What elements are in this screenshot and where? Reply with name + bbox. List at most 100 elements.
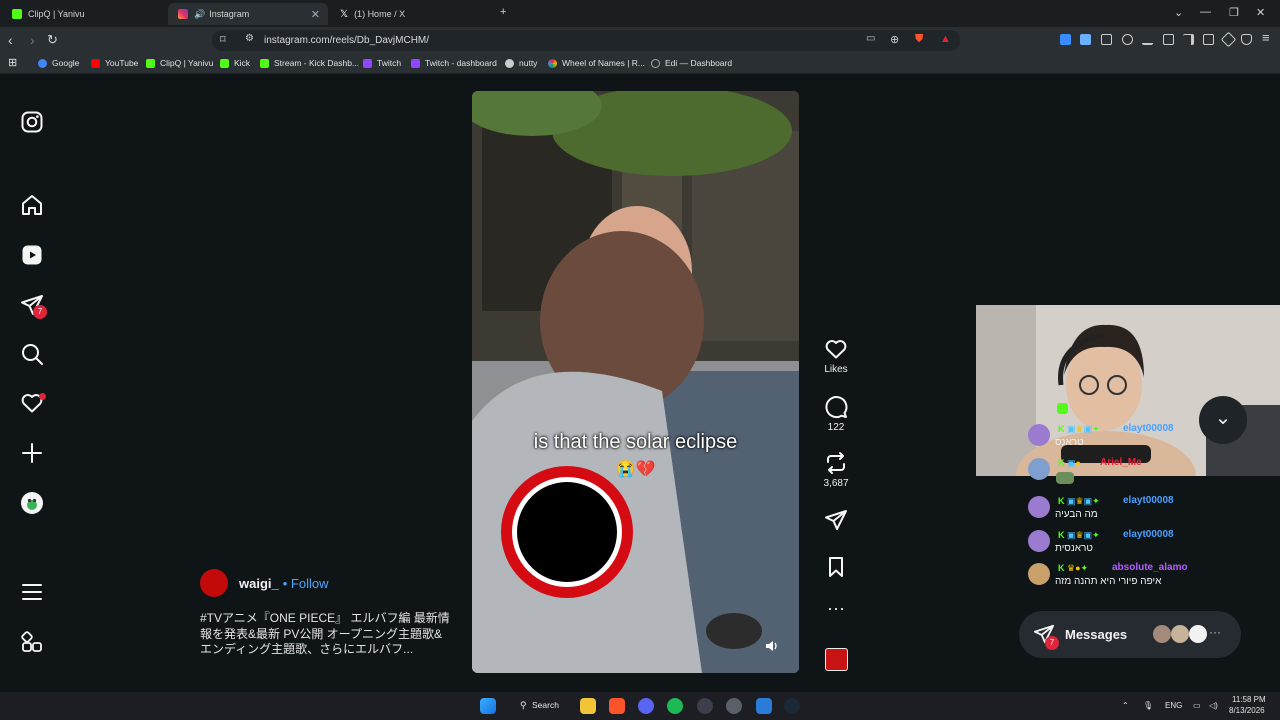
bookmark-twitch-dashboard[interactable]: Twitch - dashboard [411,58,497,68]
back-icon[interactable]: ‹ [8,32,13,48]
chat-badges: K ♛●✦ [1058,563,1089,573]
tab-x[interactable]: 𝕏 (1) Home / X [330,3,495,25]
messages-button[interactable]: 7 Messages ··· [1019,611,1241,658]
comment-action[interactable]: 122 [812,395,860,433]
language-indicator[interactable]: ENG [1165,701,1182,710]
clock-date[interactable]: 8/13/2026 [1229,706,1265,715]
volume-icon[interactable] [764,639,778,653]
more-options-icon[interactable]: ··· [812,599,860,617]
search-icon[interactable]: ⚲ [520,700,527,711]
bookmark-page-icon[interactable]: ⌑ [220,33,226,46]
clock-time[interactable]: 11:58 PM [1232,695,1266,704]
chevron-down-icon[interactable]: ⌄ [1199,396,1247,444]
tray-overflow-icon[interactable]: ⌃ [1122,701,1129,710]
minimize-icon[interactable]: — [1200,6,1211,18]
search-icon[interactable] [20,342,44,366]
audio-thumbnail[interactable] [825,648,848,671]
bookmark-twitch[interactable]: Twitch [363,58,401,68]
chat-username[interactable]: elayt00008 [1123,495,1174,506]
address-bar[interactable]: ⌑ ⚙ instagram.com/reels/Db_DavjMCHM/ ▭ ⊕… [212,30,960,51]
bookmark-kick[interactable]: Kick [220,58,250,68]
close-tab-icon[interactable]: ✕ [311,8,320,21]
steam-icon[interactable] [784,698,800,714]
chat-avatar [1028,530,1050,552]
chat-text: איפה פיורי היא תהנה מזה [1055,576,1162,587]
site-info-icon[interactable]: ⚙ [245,33,254,44]
comment-icon[interactable] [824,395,848,419]
profile-avatar[interactable] [20,491,44,515]
maximize-icon[interactable]: ❐ [1229,6,1239,19]
spotify-icon[interactable] [667,698,683,714]
cast-icon[interactable]: ▭ [866,33,875,44]
chat-username[interactable]: elayt00008 [1123,423,1174,434]
tab-search-icon[interactable]: ⌄ [1174,6,1183,19]
video-caption-emoji: 😭💔 [615,461,656,478]
repost-action[interactable]: 3,687 [812,451,860,489]
also-from-meta-icon[interactable] [20,630,44,654]
wallet-icon[interactable] [1203,34,1214,45]
bookmark-clipq[interactable]: ClipQ | Yanivu [146,58,213,68]
kick-icon [12,9,22,19]
extension-icon[interactable] [1080,34,1091,45]
reel-description[interactable]: #TVアニメ『ONE PIECE』 エルバフ編 最新情報を発表&最新 PV公開 … [200,611,452,658]
extension-icon[interactable] [1060,34,1071,45]
bookmark-wheel-of-names[interactable]: Wheel of Names | R... [548,58,645,68]
obs-icon[interactable] [726,698,742,714]
chat-username[interactable]: Ariel_Me [1100,457,1142,468]
tab-clipq[interactable]: ClipQ | Yanivu [2,3,167,25]
download-icon[interactable] [1142,34,1153,45]
network-icon[interactable]: ▭ [1193,701,1201,710]
brave-shield-icon[interactable]: ⛊ [915,33,923,46]
share-action[interactable] [812,508,860,535]
sidebar-icon[interactable] [1183,34,1194,45]
chat-username[interactable]: elayt00008 [1123,529,1174,540]
reels-icon[interactable] [20,243,44,267]
more-menu-icon[interactable] [20,580,44,604]
taskbar-search-label[interactable]: Search [532,700,559,710]
author-avatar[interactable] [200,569,228,597]
follow-button[interactable]: • Follow [283,576,329,591]
brave-rewards-icon[interactable]: ▲ [940,33,951,45]
speaker-icon[interactable]: 🔊 [194,9,205,20]
zoom-icon[interactable]: ⊕ [890,33,899,46]
chat-username[interactable]: absolute_alamo [1112,562,1188,573]
bookmark-icon[interactable] [824,555,848,579]
extensions-icon[interactable] [1122,34,1133,45]
screenshot-icon[interactable] [1101,34,1112,45]
windows-start-icon[interactable] [480,698,496,714]
tab-instagram[interactable]: 🔊 Instagram ✕ [168,3,328,25]
app-icon[interactable] [756,698,772,714]
create-icon[interactable] [20,441,44,465]
forward-icon[interactable]: › [30,32,35,48]
wheel-icon [548,58,557,68]
save-action[interactable] [812,555,860,582]
home-icon[interactable] [20,193,44,217]
leo-ai-icon[interactable] [1220,31,1237,48]
share-icon[interactable] [824,508,848,532]
grid-icon[interactable] [1163,34,1174,45]
kick-icon [260,58,269,68]
reel-video[interactable]: is that the solar eclipse 😭💔 [472,91,799,673]
bookmark-kick-dashboard[interactable]: Stream - Kick Dashb... [260,58,359,68]
menu-icon[interactable]: ≡ [1262,30,1270,45]
repost-icon[interactable] [824,451,848,475]
close-window-icon[interactable]: ✕ [1256,6,1265,19]
bookmark-nutty[interactable]: nutty [505,58,537,68]
bookmark-edi-dashboard[interactable]: Edi — Dashboard [651,58,732,68]
microphone-icon[interactable]: 🎙 [1143,701,1153,710]
instagram-logo-icon[interactable] [20,110,44,134]
like-action[interactable]: Likes [812,337,860,375]
author-username[interactable]: waigi_ [239,576,279,591]
volume-icon[interactable]: ◁) [1209,701,1218,710]
bookmark-youtube[interactable]: YouTube [91,58,138,68]
brave-icon[interactable] [609,698,625,714]
apps-grid-icon[interactable]: ⊞ [8,56,17,69]
discord-icon[interactable] [638,698,654,714]
app-icon[interactable] [697,698,713,714]
bookmark-google[interactable]: Google [38,58,79,68]
vpn-icon[interactable] [1241,34,1252,45]
new-tab-icon[interactable]: + [500,6,506,18]
reload-icon[interactable]: ↻ [47,32,58,48]
heart-icon[interactable] [824,337,848,361]
file-explorer-icon[interactable] [580,698,596,714]
